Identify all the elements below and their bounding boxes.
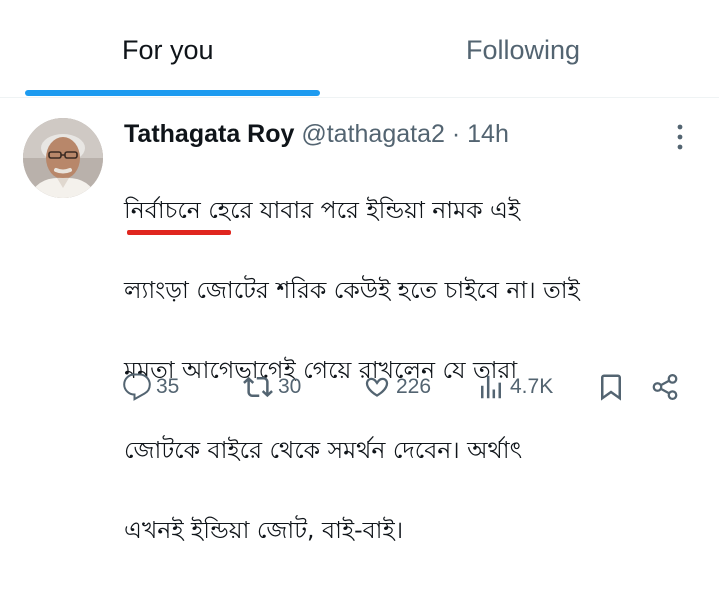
reply-button[interactable]: 35 xyxy=(122,365,179,409)
share-button[interactable] xyxy=(650,365,680,409)
tweet-text-line: নির্বাচনে হেরে যাবার পরে ইন্ডিয়া নামক এ… xyxy=(124,196,521,224)
tabs-divider xyxy=(0,97,719,98)
timeline-tabs: For you Following xyxy=(0,0,719,97)
heart-icon xyxy=(362,372,392,402)
timestamp[interactable]: 14h xyxy=(467,120,509,148)
views-icon xyxy=(476,372,506,402)
tweet-header: Tathagata Roy @tathagata2 · 14h xyxy=(124,114,509,154)
tweet-text-line: ল্যাংড়া জোটের শরিক কেউই হতে চাইবে না। ত… xyxy=(124,276,580,304)
like-button[interactable]: 226 xyxy=(362,365,431,409)
repost-button[interactable]: 30 xyxy=(242,365,301,409)
tweet-text-line: এখনই ইন্ডিয়া জোট, বাই-বাই। xyxy=(124,516,404,544)
annotation-underline xyxy=(127,230,231,235)
avatar[interactable] xyxy=(23,118,103,198)
author-name[interactable]: Tathagata Roy xyxy=(124,120,294,148)
bookmark-icon xyxy=(596,372,626,402)
like-count: 226 xyxy=(396,375,432,398)
repost-icon xyxy=(242,372,274,402)
tab-following[interactable]: Following xyxy=(466,30,580,70)
tweet-actions: 35 30 226 4.7K xyxy=(0,365,719,409)
share-icon xyxy=(650,372,680,402)
repost-count: 30 xyxy=(278,375,302,398)
bookmark-button[interactable] xyxy=(596,365,626,409)
active-tab-indicator xyxy=(25,90,320,96)
separator-dot: · xyxy=(451,120,461,148)
views-button[interactable]: 4.7K xyxy=(476,365,553,409)
reply-icon xyxy=(122,372,152,402)
tweet-text-line: জোটকে বাইরে থেকে সমর্থন দেবেন। অর্থাৎ xyxy=(124,436,523,464)
views-count: 4.7K xyxy=(510,375,554,398)
tab-for-you[interactable]: For you xyxy=(122,30,214,70)
avatar-photo xyxy=(23,118,103,198)
author-handle[interactable]: @tathagata2 xyxy=(301,120,445,148)
reply-count: 35 xyxy=(156,375,180,398)
